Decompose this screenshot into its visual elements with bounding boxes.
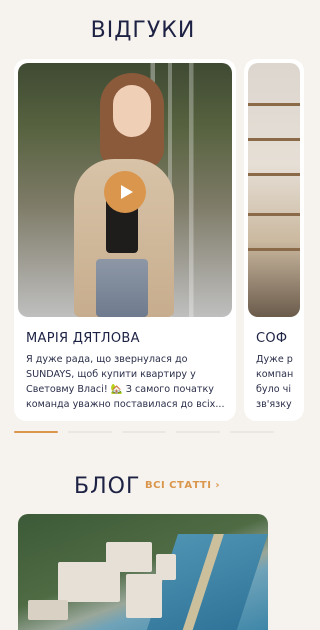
review-text: Я дуже рада, що звернулася до SUNDAYS, щ…: [26, 354, 225, 410]
photo-building: [28, 600, 68, 620]
photo-building: [156, 554, 176, 580]
photo-building: [106, 542, 152, 572]
pagination-dot[interactable]: [14, 431, 58, 433]
pagination-dot[interactable]: [122, 431, 166, 433]
review-card[interactable]: МАРІЯ ДЯТЛОВА Я дуже рада, що звернулася…: [14, 59, 236, 421]
pagination-dot[interactable]: [230, 431, 274, 433]
review-text: Дуже р компан було чі зв'язку: [256, 354, 294, 410]
review-card[interactable]: СОФ Дуже р компан було чі зв'язку: [244, 59, 304, 421]
photo-shelf: [248, 103, 300, 106]
reviewer-video-thumbnail[interactable]: [18, 63, 232, 317]
photo-shelf: [248, 138, 300, 141]
photo-shelf: [248, 173, 300, 176]
photo-shelf: [248, 213, 300, 216]
reviewer-name: МАРІЯ ДЯТЛОВА: [26, 331, 140, 346]
play-button[interactable]: [104, 171, 146, 213]
carousel-pagination: [14, 431, 286, 434]
photo-shelf: [248, 248, 300, 251]
pagination-dot[interactable]: [176, 431, 220, 433]
blog-article-image[interactable]: [18, 514, 268, 630]
reviewer-name: СОФ: [256, 331, 288, 346]
photo-building: [126, 574, 162, 618]
photo-face: [113, 85, 151, 137]
pagination-dot[interactable]: [68, 431, 112, 433]
photo-jeans: [96, 259, 148, 317]
all-articles-link[interactable]: ВСІ СТАТТІ ›: [145, 480, 220, 491]
reviews-title: ВІДГУКИ: [90, 18, 196, 43]
play-icon: [120, 185, 133, 199]
blog-title: БЛОГ: [74, 474, 141, 499]
reviewer-video-thumbnail[interactable]: [248, 63, 300, 317]
